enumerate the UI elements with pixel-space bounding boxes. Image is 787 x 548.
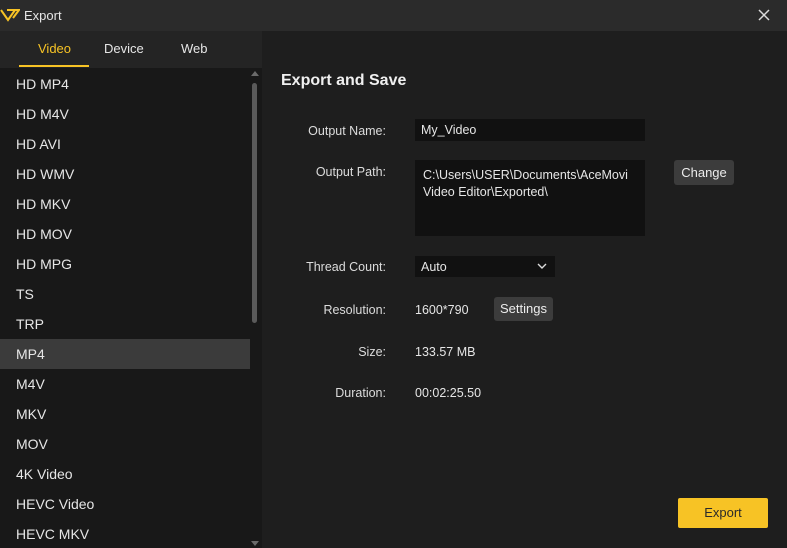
output-name-label: Output Name: (308, 124, 386, 138)
acemovi-logo-icon (0, 9, 20, 22)
thread-count-value: Auto (421, 260, 447, 274)
format-item-hd-wmv[interactable]: HD WMV (0, 159, 250, 189)
scroll-up-arrow-icon[interactable] (251, 71, 259, 76)
export-settings-panel: Export and Save Output Name: Output Path… (262, 31, 787, 548)
output-name-input[interactable] (415, 119, 645, 141)
format-item-hd-mp4[interactable]: HD MP4 (0, 69, 250, 99)
section-title: Export and Save (281, 72, 407, 89)
tab-device[interactable]: Device (104, 41, 144, 56)
format-item-mp4[interactable]: MP4 (0, 339, 250, 369)
format-item-hd-avi[interactable]: HD AVI (0, 129, 250, 159)
tab-video[interactable]: Video (38, 41, 71, 56)
scroll-down-arrow-icon[interactable] (251, 541, 259, 546)
format-item-hd-m4v[interactable]: HD M4V (0, 99, 250, 129)
export-button[interactable]: Export (678, 498, 768, 528)
format-panel: Video Device Web HD MP4 HD M4V HD AVI HD… (0, 31, 262, 548)
duration-label: Duration: (335, 386, 386, 400)
format-tabs: Video Device Web (0, 31, 262, 68)
format-item-mkv[interactable]: MKV (0, 399, 250, 429)
thread-count-label: Thread Count: (306, 260, 386, 274)
change-path-button[interactable]: Change (674, 160, 734, 185)
format-item-trp[interactable]: TRP (0, 309, 250, 339)
duration-value: 00:02:25.50 (415, 386, 482, 400)
title-bar: Export (0, 0, 787, 31)
format-list: HD MP4 HD M4V HD AVI HD WMV HD MKV HD MO… (0, 69, 250, 548)
size-label: Size: (358, 345, 386, 359)
format-list-scrollbar[interactable] (251, 69, 259, 548)
tab-web[interactable]: Web (181, 41, 208, 56)
size-value: 133.57 MB (415, 345, 476, 359)
format-item-hevc-video[interactable]: HEVC Video (0, 489, 250, 519)
thread-count-select[interactable]: Auto (415, 256, 555, 277)
format-item-hevc-mkv[interactable]: HEVC MKV (0, 519, 250, 548)
close-icon[interactable] (755, 6, 773, 24)
format-item-4k-video[interactable]: 4K Video (0, 459, 250, 489)
format-item-hd-mkv[interactable]: HD MKV (0, 189, 250, 219)
format-item-mov[interactable]: MOV (0, 429, 250, 459)
output-path-field[interactable]: C:\Users\USER\Documents\AceMovi Video Ed… (415, 160, 645, 236)
scrollbar-thumb[interactable] (252, 83, 257, 323)
window-title: Export (24, 8, 62, 23)
format-item-hd-mpg[interactable]: HD MPG (0, 249, 250, 279)
format-item-ts[interactable]: TS (0, 279, 250, 309)
active-tab-indicator (19, 65, 89, 67)
chevron-down-icon (537, 263, 547, 269)
format-item-hd-mov[interactable]: HD MOV (0, 219, 250, 249)
resolution-settings-button[interactable]: Settings (494, 297, 553, 321)
resolution-value: 1600*790 (415, 303, 469, 317)
format-item-m4v[interactable]: M4V (0, 369, 250, 399)
resolution-label: Resolution: (323, 303, 386, 317)
output-path-label: Output Path: (315, 165, 386, 179)
